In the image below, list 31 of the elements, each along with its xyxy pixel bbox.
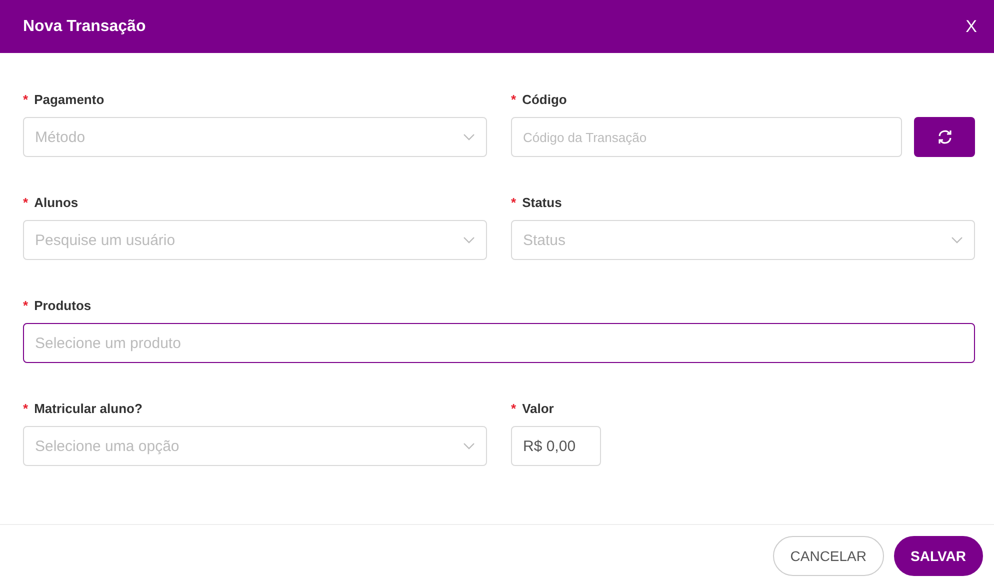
- chevron-down-icon: [463, 236, 475, 244]
- select-field[interactable]: Selecione uma opção: [23, 426, 487, 466]
- field-label: Código: [522, 92, 567, 106]
- field-label: Produtos: [34, 298, 92, 312]
- required-mark: *: [23, 298, 28, 312]
- select-field[interactable]: Método: [23, 117, 487, 157]
- refresh-button[interactable]: [914, 117, 975, 157]
- required-mark: *: [511, 400, 516, 416]
- chevron-down-icon: [951, 236, 963, 244]
- refresh-icon: [936, 129, 952, 145]
- field-label: Alunos: [34, 194, 78, 210]
- required-mark: *: [23, 92, 28, 106]
- input-field[interactable]: R$ 0,00: [511, 426, 601, 466]
- select-field[interactable]: Pesquise um usuário: [23, 220, 487, 260]
- select-field[interactable]: Status: [511, 220, 975, 260]
- close-button[interactable]: X: [966, 16, 977, 36]
- required-mark: *: [23, 194, 28, 210]
- required-mark: *: [23, 400, 28, 416]
- required-mark: *: [511, 92, 516, 106]
- chevron-down-icon: [463, 442, 475, 450]
- required-mark: *: [511, 194, 516, 210]
- field-label: Pagamento: [34, 92, 104, 106]
- save-button[interactable]: SALVAR: [894, 536, 983, 576]
- input-field[interactable]: Código da Transação: [511, 117, 902, 157]
- dialog-title: Nova Transação: [23, 18, 146, 36]
- cancel-button[interactable]: CANCELAR: [773, 536, 884, 576]
- chevron-down-icon: [463, 133, 475, 141]
- input-field[interactable]: Selecione um produto: [23, 323, 975, 363]
- field-label: Valor: [522, 400, 554, 416]
- field-label: Matricular aluno?: [34, 400, 142, 416]
- field-label: Status: [522, 194, 562, 210]
